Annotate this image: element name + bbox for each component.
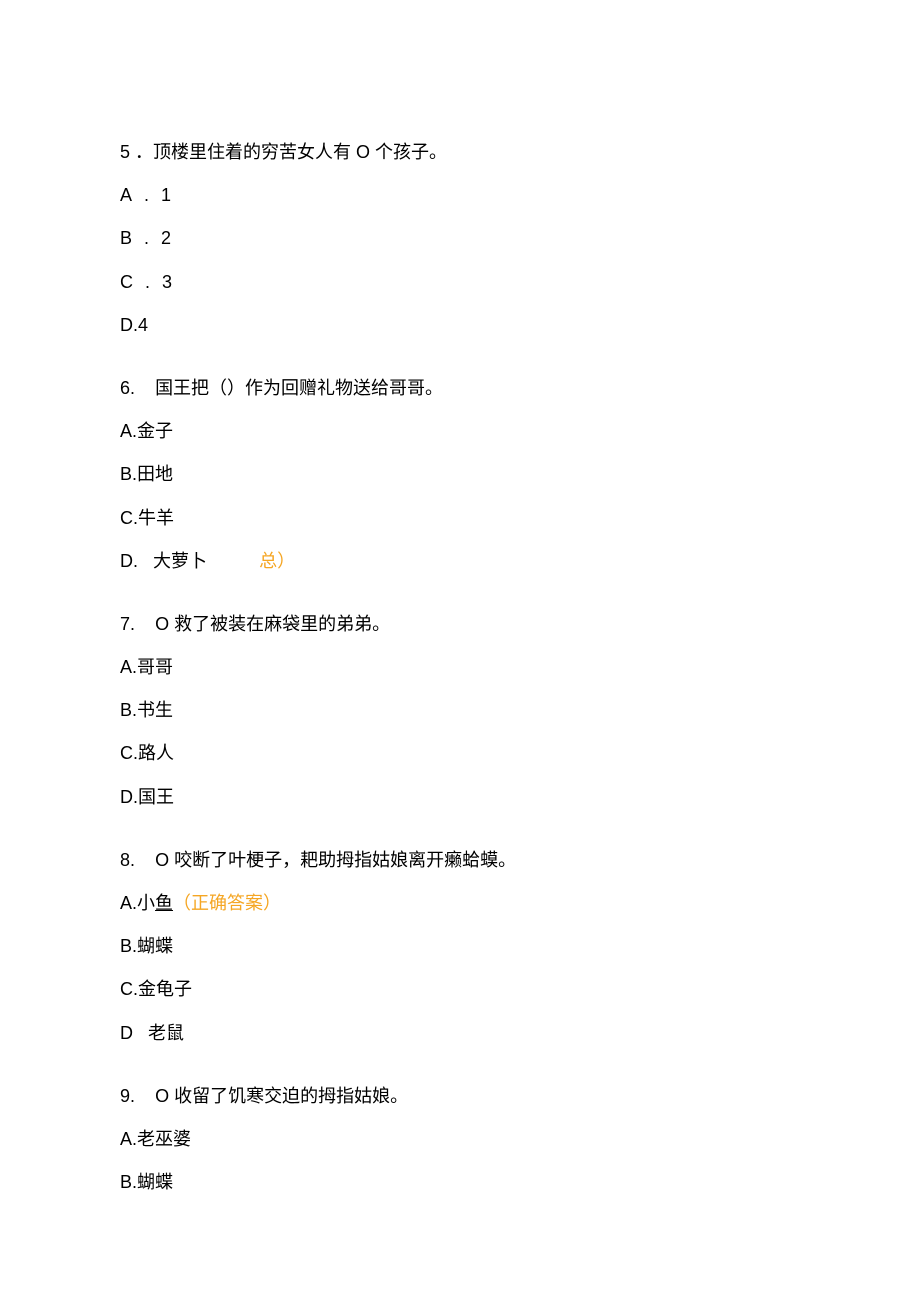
question-number: 6. (120, 378, 135, 398)
option-value: 老鼠 (148, 1023, 184, 1043)
option-value: 小 (137, 893, 155, 913)
question-body: ．顶楼里住着的穷苦女人有 O 个孩子。 (135, 142, 447, 162)
option-label: A. (120, 185, 161, 205)
question-number: 8. (120, 850, 135, 870)
option-label: A. (120, 421, 137, 441)
question-number: 7. (120, 614, 135, 634)
option-value: 蝴蝶 (137, 1172, 173, 1192)
option-value: 路人 (138, 743, 174, 763)
question-body: O 救了被装在麻袋里的弟弟。 (155, 614, 390, 634)
option-value: 大萝卜 (153, 551, 207, 571)
question-9-text: 9. O 收留了饥寒交迫的拇指姑娘。 (120, 1084, 800, 1109)
question-5-text: 5 ．顶楼里住着的穷苦女人有 O 个孩子。 (120, 140, 800, 165)
option-label: C. (120, 743, 138, 763)
option-7c: C.路人 (120, 741, 800, 766)
correct-answer-label: （正确答案） (173, 893, 281, 913)
option-7b: B.书生 (120, 698, 800, 723)
option-8b: B.蝴蝶 (120, 934, 800, 959)
option-6a: A.金子 (120, 419, 800, 444)
question-7: 7. O 救了被装在麻袋里的弟弟。 A.哥哥 B.书生 C.路人 D.国王 (120, 612, 800, 810)
option-7d: D.国王 (120, 785, 800, 810)
question-9: 9. O 收留了饥寒交迫的拇指姑娘。 A.老巫婆 B.蝴蝶 (120, 1084, 800, 1196)
question-8: 8. O 咬断了叶梗子，耙助拇指姑娘离开癞蛤蟆。 A.小鱼（正确答案） B.蝴蝶… (120, 848, 800, 1046)
option-value: 哥哥 (137, 657, 173, 677)
option-5c: C.3 (120, 270, 800, 295)
question-5: 5 ．顶楼里住着的穷苦女人有 O 个孩子。 A.1 B.2 C.3 D.4 (120, 140, 800, 338)
option-label: D.4 (120, 315, 148, 335)
option-value: 3 (162, 272, 172, 292)
question-8-text: 8. O 咬断了叶梗子，耙助拇指姑娘离开癞蛤蟆。 (120, 848, 800, 873)
option-label: D (120, 1023, 133, 1043)
option-value: 1 (161, 185, 171, 205)
option-label: B. (120, 936, 137, 956)
option-value: 蝴蝶 (137, 936, 173, 956)
option-value: 金龟子 (138, 979, 192, 999)
option-label: B. (120, 464, 137, 484)
option-value: 2 (161, 228, 171, 248)
option-label: B. (120, 228, 161, 248)
option-label: B. (120, 700, 137, 720)
option-label: C. (120, 508, 138, 528)
option-label: C. (120, 272, 162, 292)
option-extra: 总） (259, 551, 295, 571)
option-5b: B.2 (120, 226, 800, 251)
option-value: 老巫婆 (137, 1129, 191, 1149)
option-6b: B.田地 (120, 462, 800, 487)
option-8a: A.小鱼（正确答案） (120, 891, 800, 916)
option-8c: C.金龟子 (120, 977, 800, 1002)
option-underline: 鱼 (155, 893, 173, 913)
option-value: 牛羊 (138, 508, 174, 528)
option-value: 金子 (137, 421, 173, 441)
question-7-text: 7. O 救了被装在麻袋里的弟弟。 (120, 612, 800, 637)
option-7a: A.哥哥 (120, 655, 800, 680)
option-6c: C.牛羊 (120, 506, 800, 531)
option-label: A. (120, 893, 137, 913)
option-9a: A.老巫婆 (120, 1127, 800, 1152)
option-8d: D 老鼠 (120, 1021, 800, 1046)
option-5a: A.1 (120, 183, 800, 208)
option-label: A. (120, 657, 137, 677)
option-6d: D. 大萝卜 总） (120, 549, 800, 574)
question-6: 6. 国王把（）作为回赠礼物送给哥哥。 A.金子 B.田地 C.牛羊 D. 大萝… (120, 376, 800, 574)
option-label: D. (120, 787, 138, 807)
question-6-text: 6. 国王把（）作为回赠礼物送给哥哥。 (120, 376, 800, 401)
question-body: O 收留了饥寒交迫的拇指姑娘。 (155, 1086, 408, 1106)
option-5d: D.4 (120, 313, 800, 338)
option-label: D. (120, 551, 138, 571)
question-number: 5 (120, 142, 130, 162)
option-value: 田地 (137, 464, 173, 484)
option-9b: B.蝴蝶 (120, 1170, 800, 1195)
option-label: C. (120, 979, 138, 999)
question-body: O 咬断了叶梗子，耙助拇指姑娘离开癞蛤蟆。 (155, 850, 516, 870)
option-label: A. (120, 1129, 137, 1149)
question-body: 国王把（）作为回赠礼物送给哥哥。 (155, 378, 443, 398)
option-label: B. (120, 1172, 137, 1192)
option-value: 书生 (137, 700, 173, 720)
option-value: 国王 (138, 787, 174, 807)
question-number: 9. (120, 1086, 135, 1106)
